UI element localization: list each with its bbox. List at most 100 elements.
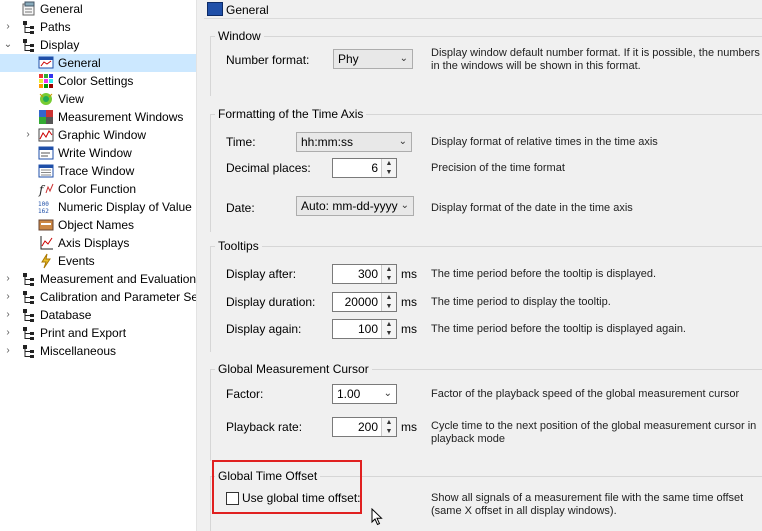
- spin-down-icon[interactable]: ▼: [382, 274, 396, 283]
- tree-item-label: Color Settings: [58, 74, 134, 88]
- tree-item-object-names[interactable]: Object Names: [0, 216, 196, 234]
- tree-item-color-function[interactable]: f Color Function: [0, 180, 196, 198]
- tree-item-view[interactable]: View: [0, 90, 196, 108]
- tree-item-general[interactable]: General: [0, 0, 196, 18]
- color-function-icon: f: [38, 181, 54, 197]
- tree-item-label: Paths: [40, 20, 71, 34]
- display-after-label: Display after:: [226, 267, 297, 281]
- tree-node-icon: [21, 271, 37, 287]
- spin-down-icon[interactable]: ▼: [382, 329, 396, 338]
- display-after-unit: ms: [401, 267, 417, 281]
- settings-doc-icon: [21, 1, 37, 17]
- factor-label: Factor:: [226, 387, 264, 401]
- number-format-select[interactable]: Phy ⌄: [333, 49, 413, 69]
- chevron-right-icon[interactable]: ›: [3, 309, 13, 321]
- spin-up-icon[interactable]: ▲: [382, 293, 396, 302]
- tree-node-icon: [21, 19, 37, 35]
- tree-item-label: Display: [40, 38, 80, 52]
- spinner-buttons[interactable]: ▲ ▼: [381, 265, 396, 283]
- spin-down-icon[interactable]: ▼: [382, 302, 396, 311]
- tree-item-measurement-and-evaluation[interactable]: › Measurement and Evaluation: [0, 270, 196, 288]
- chevron-right-icon[interactable]: ›: [3, 273, 13, 285]
- tree-item-measurement-windows[interactable]: Measurement Windows: [0, 108, 196, 126]
- tree-item-events[interactable]: Events: [0, 252, 196, 270]
- date-format-value: Auto: mm-dd-yyyy: [301, 199, 398, 213]
- spin-up-icon[interactable]: ▲: [382, 265, 396, 274]
- tree-item-print-and-export[interactable]: › Print and Export: [0, 324, 196, 342]
- tree-item-label: Measurement and Evaluation: [40, 272, 196, 286]
- tree-item-numeric-display-of-value[interactable]: 100 162 Numeric Display of Value: [0, 198, 196, 216]
- decimal-places-spinner[interactable]: 6 ▲ ▼: [332, 158, 397, 178]
- spinner-buttons[interactable]: ▲ ▼: [381, 293, 396, 311]
- tree-item-label: Graphic Window: [58, 128, 147, 142]
- tree-item-label: Print and Export: [40, 326, 127, 340]
- display-duration-unit: ms: [401, 295, 417, 309]
- panel-header: General: [204, 0, 762, 19]
- chevron-right-icon[interactable]: ›: [3, 345, 13, 357]
- tree-item-database[interactable]: › Database: [0, 306, 196, 324]
- chevron-down-icon: ⌄: [400, 200, 409, 211]
- time-format-description: Display format of relative times in the …: [431, 136, 658, 148]
- tree-item-label: Measurement Windows: [58, 110, 184, 124]
- playback-rate-spinner[interactable]: 200 ▲ ▼: [332, 417, 397, 437]
- tree-item-trace-window[interactable]: Trace Window: [0, 162, 196, 180]
- spinner-buttons[interactable]: ▲ ▼: [381, 159, 396, 177]
- chevron-right-icon[interactable]: ›: [23, 129, 33, 141]
- numeric-display-icon: 100 162: [38, 199, 54, 215]
- tree-item-miscellaneous[interactable]: › Miscellaneous: [0, 342, 196, 360]
- tree-item-label: General: [40, 2, 83, 16]
- write-window-icon: [38, 145, 54, 161]
- display-duration-description: The time period to display the tooltip.: [431, 296, 611, 308]
- tree-item-write-window[interactable]: Write Window: [0, 144, 196, 162]
- tree-item-label: General: [58, 56, 101, 70]
- tree-item-general[interactable]: General: [0, 54, 196, 72]
- spin-up-icon[interactable]: ▲: [382, 418, 396, 427]
- color-grid-icon: [38, 73, 54, 89]
- chevron-right-icon[interactable]: ›: [3, 327, 13, 339]
- chevron-down-icon: ⌄: [399, 53, 408, 64]
- display-after-spinner[interactable]: 300 ▲ ▼: [332, 264, 397, 284]
- graphic-window-icon: [38, 127, 54, 143]
- svg-text:162: 162: [38, 208, 49, 215]
- number-format-description: Display window default number format. If…: [431, 47, 760, 72]
- playback-rate-label: Playback rate:: [226, 420, 303, 434]
- date-format-select[interactable]: Auto: mm-dd-yyyy ⌄: [296, 196, 414, 216]
- events-icon: [38, 253, 54, 269]
- mouse-cursor-icon: [371, 508, 383, 526]
- group-window-title: Window: [215, 29, 264, 43]
- spin-up-icon[interactable]: ▲: [382, 320, 396, 329]
- factor-select[interactable]: 1.00 ⌄: [332, 384, 397, 404]
- spinner-buttons[interactable]: ▲ ▼: [381, 320, 396, 338]
- tree-item-calibration-and-parameter-se[interactable]: › Calibration and Parameter Se: [0, 288, 196, 306]
- tree-item-paths[interactable]: › Paths: [0, 18, 196, 36]
- tree-item-label: Object Names: [58, 218, 135, 232]
- tree-item-graphic-window[interactable]: › Graphic Window: [0, 126, 196, 144]
- display-after-value: 300: [357, 267, 378, 281]
- chevron-right-icon[interactable]: ›: [3, 21, 13, 33]
- chevron-down-icon[interactable]: ⌄: [3, 39, 13, 51]
- axis-displays-icon: [38, 235, 54, 251]
- group-tooltips-title: Tooltips: [215, 239, 262, 253]
- tree-item-label: Calibration and Parameter Se: [40, 290, 196, 304]
- spin-up-icon[interactable]: ▲: [382, 159, 396, 168]
- view-icon: [38, 91, 54, 107]
- chevron-right-icon[interactable]: ›: [3, 291, 13, 303]
- factor-value: 1.00: [337, 387, 361, 401]
- chevron-down-icon: ⌄: [398, 136, 407, 147]
- tree-item-axis-displays[interactable]: Axis Displays: [0, 234, 196, 252]
- display-window-icon: [207, 2, 223, 16]
- tree-node-icon: [21, 307, 37, 323]
- tree-item-display[interactable]: ⌄ Display: [0, 36, 196, 54]
- spinner-buttons[interactable]: ▲ ▼: [381, 418, 396, 436]
- spin-down-icon[interactable]: ▼: [382, 427, 396, 436]
- playback-rate-unit: ms: [401, 420, 417, 434]
- spin-down-icon[interactable]: ▼: [382, 168, 396, 177]
- display-duration-label: Display duration:: [226, 295, 316, 309]
- time-format-select[interactable]: hh:mm:ss ⌄: [296, 132, 412, 152]
- pane-splitter[interactable]: [196, 0, 204, 531]
- display-duration-spinner[interactable]: 20000 ▲ ▼: [332, 292, 397, 312]
- display-again-spinner[interactable]: 100 ▲ ▼: [332, 319, 397, 339]
- settings-tree[interactable]: General › Paths ⌄ Display General Color Settin…: [0, 0, 196, 531]
- tree-item-color-settings[interactable]: Color Settings: [0, 72, 196, 90]
- tree-item-label: Database: [40, 308, 92, 322]
